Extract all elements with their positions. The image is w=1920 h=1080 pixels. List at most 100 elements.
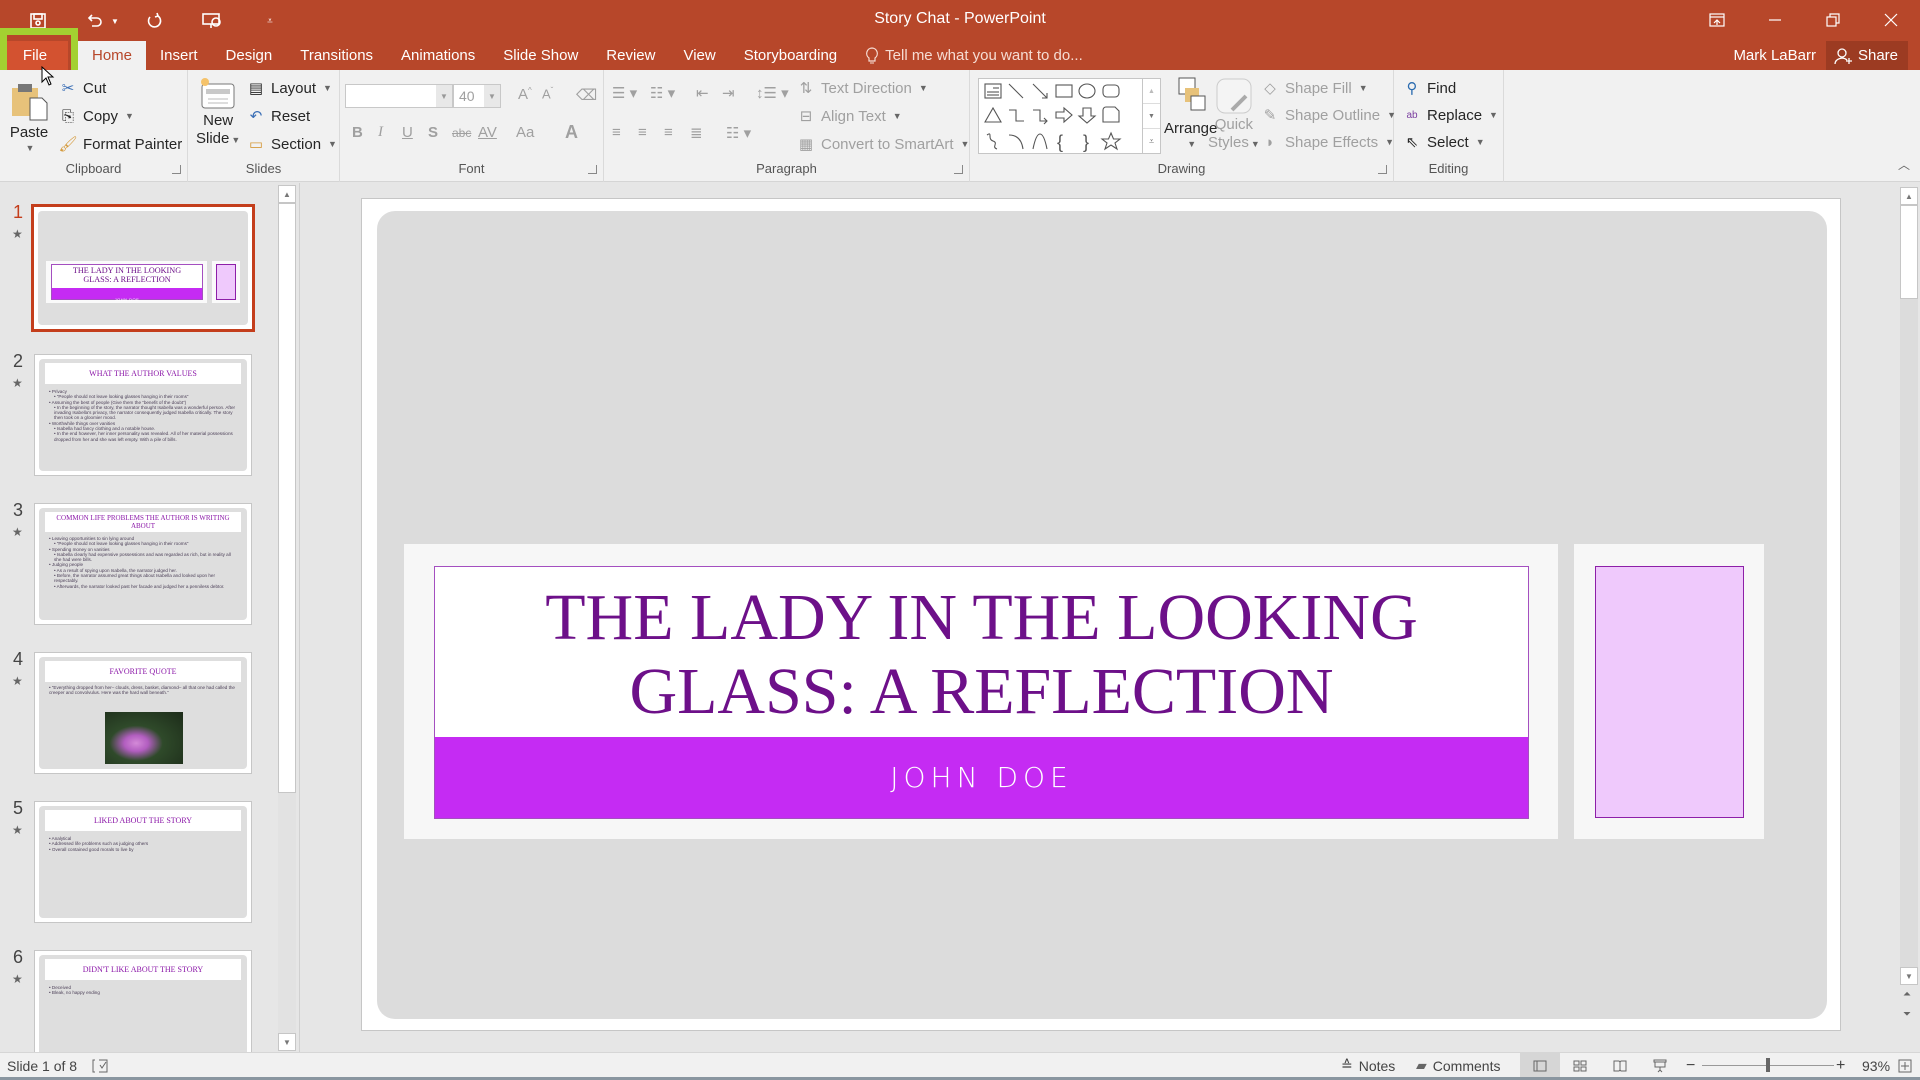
save-button[interactable]	[18, 6, 58, 36]
spell-check-button[interactable]	[92, 1053, 108, 1078]
minimize-button[interactable]	[1746, 0, 1804, 40]
zoom-in-button[interactable]: +	[1836, 1053, 1845, 1078]
change-case-button[interactable]: Aa	[516, 124, 534, 141]
font-size-box[interactable]: 40 ▼	[453, 84, 501, 108]
font-name-box[interactable]: ▼	[345, 84, 453, 108]
slide-thumbnail-4[interactable]: FAVORITE QUOTE • “Everything dropped fro…	[34, 652, 252, 774]
main-vertical-scrollbar[interactable]: ▲ ▼ ⏶ ⏷	[1900, 183, 1918, 1052]
scroll-down-button[interactable]: ▼	[1900, 967, 1918, 985]
text-direction-button[interactable]: ⇅ Text Direction ▼	[796, 78, 928, 98]
zoom-slider-thumb[interactable]	[1766, 1058, 1770, 1072]
italic-button[interactable]: I	[378, 124, 383, 141]
gallery-more-button[interactable]: ⩡	[1143, 129, 1160, 153]
align-text-button[interactable]: ⊟ Align Text ▼	[796, 106, 902, 126]
find-button[interactable]: ⚲ Find	[1402, 78, 1457, 98]
replace-button[interactable]: ab Replace ▼	[1402, 105, 1498, 125]
previous-slide-button[interactable]: ⏶	[1903, 989, 1911, 1000]
redo-button[interactable]	[134, 6, 174, 36]
align-right-button[interactable]: ≡	[664, 124, 673, 141]
shape-fill-button[interactable]: ◇ Shape Fill ▼	[1260, 78, 1367, 98]
user-name[interactable]: Mark LaBarr	[1733, 47, 1816, 64]
close-button[interactable]	[1862, 0, 1920, 40]
fit-slide-button[interactable]	[1898, 1053, 1912, 1078]
tab-transitions[interactable]: Transitions	[286, 41, 387, 70]
shapes-gallery[interactable]: { }	[978, 78, 1143, 154]
gallery-up-button[interactable]: ▲	[1143, 79, 1160, 104]
collapse-ribbon-button[interactable]: ︿	[1898, 156, 1910, 173]
character-spacing-button[interactable]: AV	[478, 124, 497, 141]
layout-button[interactable]: ▤ Layout ▼	[246, 78, 332, 98]
shape-effects-button[interactable]: ◗ Shape Effects ▼	[1260, 132, 1394, 152]
slide-thumbnail-1[interactable]: THE LADY IN THE LOOKING GLASS: A REFLECT…	[31, 204, 255, 332]
share-button[interactable]: Share	[1825, 41, 1908, 70]
tab-insert[interactable]: Insert	[146, 41, 212, 70]
text-shadow-button[interactable]: S	[428, 124, 438, 141]
increase-indent-button[interactable]: ⇥	[722, 84, 735, 102]
slide-subtitle[interactable]: JOHN DOE	[890, 761, 1073, 794]
decrease-indent-button[interactable]: ⇤	[696, 84, 709, 102]
undo-dropdown[interactable]: ▼	[108, 6, 122, 36]
tab-review[interactable]: Review	[592, 41, 669, 70]
shape-outline-button[interactable]: ✎ Shape Outline ▼	[1260, 105, 1396, 125]
underline-button[interactable]: U	[402, 124, 413, 141]
paragraph-dialog-launcher[interactable]	[954, 165, 963, 174]
thumbnail-scrollbar[interactable]: ▲ ▼	[278, 185, 296, 1051]
copy-button[interactable]: ⎘ Copy ▼	[58, 106, 134, 126]
scroll-track[interactable]	[1900, 299, 1918, 967]
zoom-slider[interactable]	[1702, 1058, 1834, 1072]
select-button[interactable]: ⇖ Select ▼	[1402, 132, 1485, 152]
restore-button[interactable]	[1804, 0, 1862, 40]
paste-button[interactable]: Paste ▼	[8, 78, 50, 153]
notes-button[interactable]: ≙ Notes	[1341, 1053, 1395, 1078]
slide-thumbnail-2[interactable]: WHAT THE AUTHOR VALUES • Privacy • “Peop…	[34, 354, 252, 476]
slide-show-button[interactable]	[1640, 1053, 1680, 1078]
clipboard-dialog-launcher[interactable]	[172, 165, 181, 174]
customize-qat-button[interactable]: ⩡	[250, 6, 290, 36]
scroll-thumb[interactable]	[1900, 205, 1918, 299]
clear-formatting-button[interactable]: ⌫	[576, 86, 597, 104]
title-box[interactable]: THE LADY IN THE LOOKING GLASS: A REFLECT…	[434, 566, 1529, 819]
comments-button[interactable]: ▰ Comments	[1416, 1053, 1500, 1078]
tab-view[interactable]: View	[669, 41, 729, 70]
scroll-down-button[interactable]: ▼	[278, 1033, 296, 1051]
scroll-up-button[interactable]: ▲	[278, 185, 296, 203]
slide-thumbnail-5[interactable]: LIKED ABOUT THE STORY • Analytical • Add…	[34, 801, 252, 923]
font-color-button[interactable]: A	[565, 122, 578, 143]
align-center-button[interactable]: ≡	[638, 124, 647, 141]
slide-title[interactable]: THE LADY IN THE LOOKING GLASS: A REFLECT…	[435, 567, 1528, 739]
decorative-pink-box[interactable]	[1595, 566, 1744, 818]
tell-me-search[interactable]: Tell me what you want to do...	[851, 41, 1083, 70]
reading-view-button[interactable]	[1600, 1053, 1640, 1078]
font-name-dropdown-icon[interactable]: ▼	[436, 85, 452, 107]
zoom-out-button[interactable]: −	[1686, 1053, 1695, 1078]
tab-design[interactable]: Design	[212, 41, 287, 70]
normal-view-button[interactable]	[1520, 1053, 1560, 1078]
next-slide-button[interactable]: ⏷	[1903, 1009, 1911, 1020]
quick-styles-button[interactable]: Quick Styles ▼	[1208, 76, 1260, 153]
slide-sorter-button[interactable]	[1560, 1053, 1600, 1078]
slide-thumbnail-6[interactable]: DIDN'T LIKE ABOUT THE STORY • Deceived •…	[34, 950, 252, 1052]
new-slide-button[interactable]: New Slide ▼	[196, 76, 240, 149]
font-size-dropdown-icon[interactable]: ▼	[484, 85, 500, 107]
tab-home[interactable]: Home	[78, 41, 147, 70]
tab-file[interactable]: File	[2, 41, 68, 70]
increase-font-size-button[interactable]: A^	[518, 86, 532, 103]
tab-storyboarding[interactable]: Storyboarding	[730, 41, 851, 70]
numbering-button[interactable]: ☷ ▾	[650, 84, 675, 102]
tab-animations[interactable]: Animations	[387, 41, 489, 70]
section-button[interactable]: ▭ Section ▼	[246, 134, 337, 154]
justify-button[interactable]: ≣	[690, 124, 703, 142]
start-from-beginning-button[interactable]	[192, 6, 232, 36]
font-dialog-launcher[interactable]	[588, 165, 597, 174]
convert-to-smartart-button[interactable]: ▦ Convert to SmartArt ▼	[796, 134, 970, 154]
format-painter-button[interactable]: 🖌 Format Painter	[58, 134, 182, 154]
columns-button[interactable]: ☷ ▾	[726, 124, 751, 142]
slide-thumbnail-3[interactable]: COMMON LIFE PROBLEMS THE AUTHOR IS WRITI…	[34, 503, 252, 625]
strikethrough-button[interactable]: abc	[452, 126, 471, 140]
reset-button[interactable]: ↶ Reset	[246, 106, 310, 126]
tab-slide-show[interactable]: Slide Show	[489, 41, 592, 70]
bold-button[interactable]: B	[352, 124, 363, 141]
decrease-font-size-button[interactable]: Aˇ	[542, 86, 553, 101]
drawing-dialog-launcher[interactable]	[1378, 165, 1387, 174]
scroll-up-button[interactable]: ▲	[1900, 187, 1918, 205]
